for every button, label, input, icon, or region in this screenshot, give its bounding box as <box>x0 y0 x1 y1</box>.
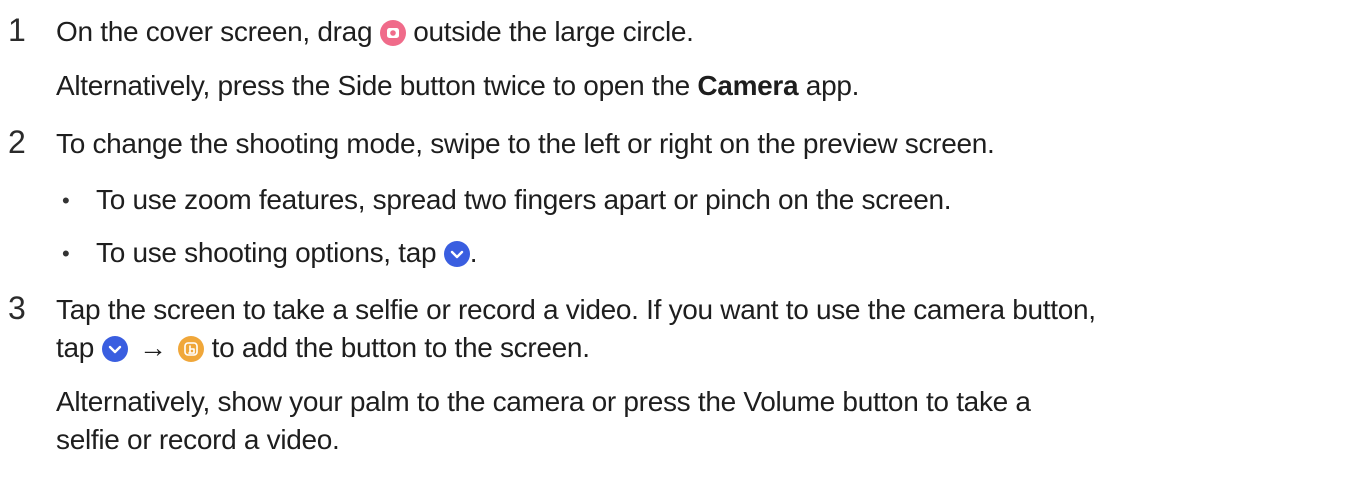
step-3-line-2-text-b: to add the button to the screen. <box>211 332 590 363</box>
step-number-3: 3 <box>8 290 26 326</box>
step-number-2: 2 <box>8 124 26 160</box>
step-1-text-b: outside the large circle. <box>413 16 694 47</box>
camera-icon <box>379 20 406 46</box>
step-3-tap-text: tap <box>56 332 95 363</box>
step-3-line-4: selfie or record a video. <box>56 424 340 455</box>
step-2-bullet-2: To use shooting options, tap . <box>96 237 478 269</box>
hand-tap-icon <box>178 336 205 362</box>
step-number-1: 1 <box>8 12 26 48</box>
step-2-line-1: To change the shooting mode, swipe to th… <box>56 128 995 159</box>
arrow-glyph: → <box>139 332 167 363</box>
step-2-bullet-1: To use zoom features, spread two fingers… <box>96 184 952 215</box>
step-1-line-2: Alternatively, press the Side button twi… <box>56 70 859 102</box>
step-1-text-a: On the cover screen, drag <box>56 16 373 47</box>
step-2-bullet-2-text-a: To use shooting options, tap <box>96 237 437 268</box>
step-1-alt-text-a: Alternatively, press the Side button twi… <box>56 70 690 101</box>
step-3-line-3: Alternatively, show your palm to the cam… <box>56 386 1031 417</box>
step-3-line-1: Tap the screen to take a selfie or recor… <box>56 294 1096 325</box>
step-3-line-2: tap → to add the button to the screen. <box>56 332 590 364</box>
chevron-down-icon <box>443 241 470 267</box>
step-1-alt-text-b: app. <box>805 70 860 101</box>
bullet-1: • <box>62 188 70 213</box>
chevron-down-icon <box>101 336 128 362</box>
bullet-2: • <box>62 241 70 266</box>
step-1-line-1: On the cover screen, drag outside the la… <box>56 16 694 48</box>
step-2-bullet-2-text-b: . <box>469 237 478 268</box>
camera-app-name: Camera <box>697 70 799 101</box>
